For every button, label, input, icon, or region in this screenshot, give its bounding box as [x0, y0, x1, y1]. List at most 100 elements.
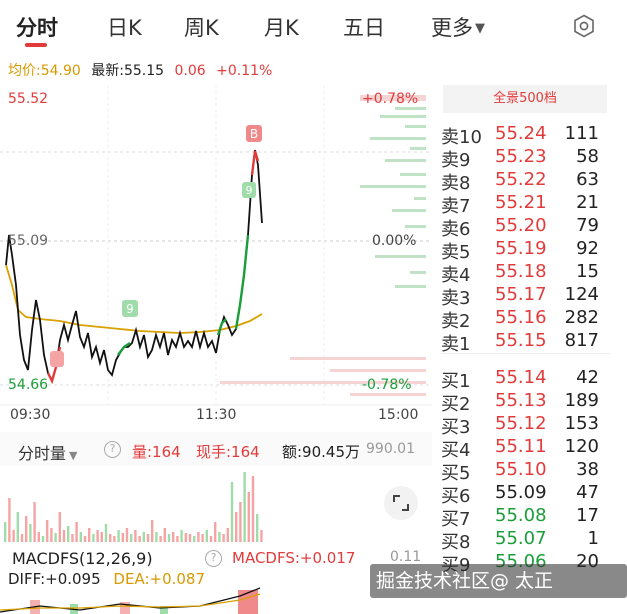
settings-icon[interactable]	[572, 14, 596, 38]
volume-bar	[184, 533, 187, 542]
order-book-depth-button[interactable]: 全景500档	[443, 85, 607, 113]
expand-button[interactable]	[384, 486, 418, 520]
tab-daily-k[interactable]: 日K	[107, 12, 142, 42]
bid-volume: 153	[564, 413, 599, 434]
time-label-midday: 11:30	[196, 407, 237, 423]
ask-row[interactable]: 卖10 55.24 111	[441, 123, 621, 148]
tab-intraday[interactable]: 分时	[16, 12, 58, 42]
ask-row[interactable]: 卖8 55.22 63	[441, 169, 621, 194]
volume-bars	[4, 472, 263, 542]
help-icon[interactable]: ?	[104, 441, 121, 458]
ask-price: 55.21	[495, 192, 547, 213]
bid-row[interactable]: 买6 55.09 47	[441, 482, 621, 507]
order-book-divider	[441, 353, 611, 354]
volume-bar	[37, 532, 40, 542]
tab-five-day[interactable]: 五日	[343, 12, 385, 42]
volume-bar	[29, 524, 32, 542]
bid-row[interactable]: 买1 55.14 42	[441, 367, 621, 392]
volume-bar	[222, 534, 225, 542]
bid-volume: 189	[564, 390, 599, 411]
volume-bar	[16, 512, 19, 542]
volume-indicator-select[interactable]: 分时量 ▼	[18, 440, 77, 464]
caret-down-icon: ▼	[69, 449, 78, 462]
volume-indicator-label: 分时量	[18, 444, 67, 463]
volume-bar	[163, 528, 166, 542]
price-change: 0.06	[174, 63, 206, 79]
tab-monthly-k[interactable]: 月K	[264, 12, 299, 42]
macd-value: MACDFS:+0.017	[232, 549, 356, 567]
bid-price: 55.08	[495, 505, 547, 526]
ask-row[interactable]: 卖1 55.15 817	[441, 330, 621, 355]
volume-bar	[235, 512, 238, 542]
buy-marker: B	[250, 127, 258, 141]
ask-volume: 111	[564, 123, 599, 144]
bid-row[interactable]: 买2 55.13 189	[441, 390, 621, 415]
intraday-chart[interactable]: B 9 9 55.52 55.09 54.66 +0.78% 0.00% -0.…	[0, 85, 432, 425]
volume-bar	[230, 482, 234, 542]
ask-row[interactable]: 卖6 55.20 79	[441, 215, 621, 240]
caret-down-icon: ▼	[475, 21, 485, 36]
volume-bar	[251, 476, 255, 542]
volume-bar	[218, 532, 221, 542]
volume-bar	[125, 528, 129, 542]
ask-row[interactable]: 卖7 55.21 21	[441, 192, 621, 217]
ask-row[interactable]: 卖2 55.16 282	[441, 307, 621, 332]
bid-row[interactable]: 买8 55.07 1	[441, 528, 621, 553]
volume-bar	[205, 530, 208, 542]
volume-bar	[109, 534, 112, 542]
expand-icon	[393, 495, 409, 511]
volume-bar	[239, 502, 242, 542]
tab-weekly-k[interactable]: 周K	[184, 12, 219, 42]
volume-bar	[201, 534, 204, 542]
volume-now-hand: 现手:164	[196, 443, 260, 461]
volume-bar	[180, 530, 183, 542]
ask-volume: 58	[576, 146, 599, 167]
ask-price: 55.18	[495, 261, 547, 282]
bid-price: 55.11	[495, 436, 547, 457]
volume-bar	[209, 536, 213, 542]
ask-volume: 15	[576, 261, 599, 282]
volume-bar	[130, 534, 133, 542]
ask-row[interactable]: 卖9 55.23 58	[441, 146, 621, 171]
volume-bar	[83, 536, 87, 542]
bid-row[interactable]: 买3 55.12 153	[441, 413, 621, 438]
price-low-label: 54.66	[8, 377, 49, 393]
ask-row[interactable]: 卖5 55.19 92	[441, 238, 621, 263]
volume-bar	[188, 534, 192, 542]
help-icon[interactable]: ?	[205, 550, 222, 567]
latest-price: 最新:55.15	[91, 63, 165, 79]
price-high-label: 55.52	[8, 91, 49, 107]
volume-max: 990.01	[366, 441, 415, 457]
volume-bar	[151, 520, 154, 542]
ask-row[interactable]: 卖3 55.17 124	[441, 284, 621, 309]
watermark: 掘金技术社区@ 太正	[370, 564, 627, 598]
volume-bar	[46, 520, 49, 542]
volume-amount: 额:90.45万	[282, 443, 360, 461]
ask-volume: 21	[576, 192, 599, 213]
ask-volume: 79	[576, 215, 599, 236]
active-tab-indicator	[25, 43, 47, 47]
bid-price: 55.13	[495, 390, 547, 411]
volume-chart	[0, 466, 432, 542]
volume-bar	[62, 530, 66, 542]
macd-header: MACDFS(12,26,9) ? MACDFS:+0.017 0.11	[0, 546, 432, 570]
macd-chart	[0, 586, 432, 614]
macd-indicator-title[interactable]: MACDFS(12,26,9)	[12, 549, 153, 568]
pct-mid-label: 0.00%	[372, 233, 417, 249]
bid-row[interactable]: 买7 55.08 17	[441, 505, 621, 530]
volume-bar	[96, 530, 99, 542]
tab-more[interactable]: 更多 ▼	[431, 12, 485, 42]
volume-bar	[176, 536, 179, 542]
volume-bar	[155, 532, 158, 542]
volume-bar	[8, 498, 11, 542]
bid-volume: 42	[576, 367, 599, 388]
bid-row[interactable]: 买4 55.11 120	[441, 436, 621, 461]
volume-bar	[25, 516, 28, 542]
bid-volume: 1	[587, 528, 599, 549]
volume-bar	[121, 533, 124, 542]
bid-volume: 47	[576, 482, 599, 503]
bid-row[interactable]: 买5 55.10 38	[441, 459, 621, 484]
ask-row[interactable]: 卖4 55.18 15	[441, 261, 621, 286]
ask-price: 55.17	[495, 284, 547, 305]
volume-bar	[113, 536, 116, 542]
